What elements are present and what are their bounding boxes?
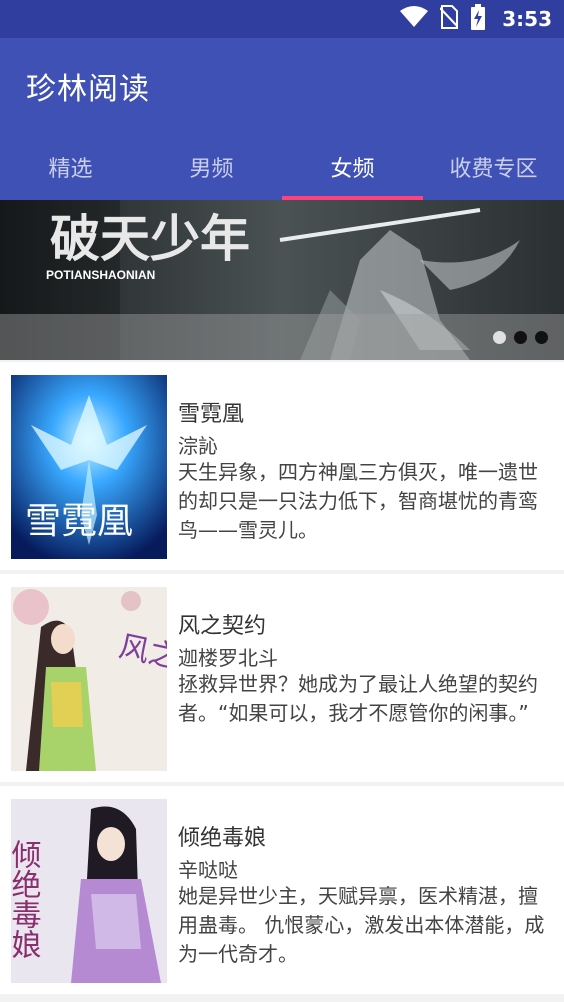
book-description: 她是异世少主，天赋异禀，医术精湛，擅用蛊毒。 仇恨蒙心，激发出本体潜能，成为一代… — [178, 884, 545, 966]
wifi-icon — [400, 6, 429, 32]
book-list-item[interactable]: 风之契约 风之契约 迦楼罗北斗 拯救异世界？她成为了最让人绝望的契约者。“如果可… — [0, 574, 564, 782]
carousel-indicator — [493, 331, 548, 344]
book-author: 淙訫 — [178, 434, 218, 458]
tab-paid[interactable]: 收费专区 — [423, 134, 564, 200]
carousel-dot[interactable] — [493, 331, 506, 344]
banner-title-art: 破天少年 — [50, 209, 250, 268]
book-description: 拯救异世界？她成为了最让人绝望的契约者。“如果可以，我才不愿管你的闲事。” — [178, 672, 538, 725]
book-list-item[interactable]: 雪霓凰 雪霓凰 淙訫 天生异象，四方神凰三方俱灭，唯一遗世的却只是一只法力低下，… — [0, 362, 564, 570]
book-title: 雪霓凰 — [178, 402, 245, 427]
no-sim-icon — [439, 5, 459, 33]
banner-footer — [0, 314, 564, 360]
tab-female[interactable]: 女频 — [282, 134, 423, 200]
status-bar: 3:53 — [0, 0, 564, 38]
banner-subtitle: POTIANSHAONIAN — [46, 268, 155, 282]
carousel-dot[interactable] — [514, 331, 527, 344]
book-description: 天生异象，四方神凰三方俱灭，唯一遗世的却只是一只法力低下，智商堪忧的青鸾鸟——雪… — [178, 460, 538, 542]
app-bar: 珍林阅读 精选 男频 女频 收费专区 — [0, 38, 564, 200]
tab-featured[interactable]: 精选 — [0, 134, 141, 200]
status-icons: 3:53 — [400, 0, 552, 38]
book-author: 辛哒哒 — [178, 858, 238, 882]
book-cover: 风之契约 — [11, 587, 167, 771]
battery-charging-icon — [470, 4, 486, 34]
book-title: 风之契约 — [178, 614, 267, 639]
book-list-item[interactable]: 倾绝毒娘 倾绝毒娘 辛哒哒 她是异世少主，天赋异禀，医术精湛，擅用蛊毒。 仇恨蒙… — [0, 786, 564, 994]
svg-text:倾绝毒娘: 倾绝毒娘 — [11, 839, 42, 959]
book-cover: 倾绝毒娘 — [11, 799, 167, 983]
book-title: 倾绝毒娘 — [178, 826, 267, 851]
tab-male[interactable]: 男频 — [141, 134, 282, 200]
status-time: 3:53 — [502, 7, 552, 31]
book-cover: 雪霓凰 — [11, 375, 167, 559]
book-author: 迦楼罗北斗 — [178, 646, 278, 670]
tab-bar: 精选 男频 女频 收费专区 — [0, 134, 564, 200]
banner-carousel[interactable]: 破天少年 POTIANSHAONIAN — [0, 200, 564, 360]
carousel-dot[interactable] — [535, 331, 548, 344]
app-title: 珍林阅读 — [26, 72, 150, 107]
svg-text:雪霓凰: 雪霓凰 — [25, 501, 133, 542]
